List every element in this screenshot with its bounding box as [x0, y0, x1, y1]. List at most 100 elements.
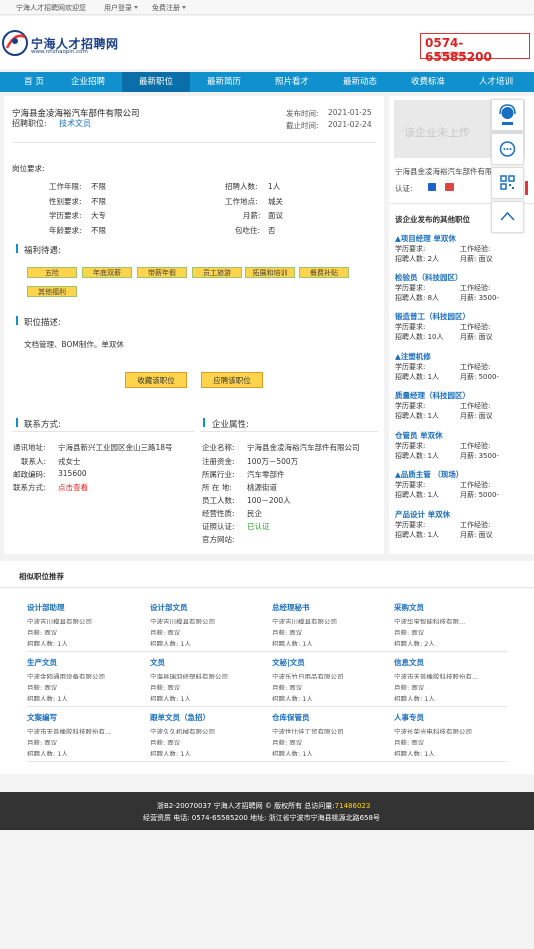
qrcode-button[interactable]: [491, 167, 524, 199]
divider: [12, 431, 194, 432]
related-salary: 月薪: 面议: [150, 684, 181, 690]
other-job-link[interactable]: ▲品质主管 （现场）: [395, 470, 463, 479]
company-nature: 民企: [247, 509, 262, 518]
contact-label: 通讯地址:: [13, 443, 46, 452]
user-login-menu[interactable]: 用户登录: [104, 3, 138, 13]
company-capital: 100万－500万: [247, 457, 299, 466]
company-attr-title: 企业属性:: [212, 420, 249, 430]
related-job-card: 跟单文员（急招） 宁波久久机械有限公司 月薪: 面议 招聘人数: 1人: [150, 712, 260, 756]
nav-latest-resumes[interactable]: 最新简历: [190, 72, 258, 92]
job-count: 招聘人数: 1人: [395, 412, 440, 420]
visit-count: 71486023: [334, 802, 371, 810]
nav-latest-news[interactable]: 最新动态: [326, 72, 394, 92]
company-label: 企业名称:: [202, 443, 235, 452]
job-exp: 工作经验:: [460, 363, 491, 371]
chat-button[interactable]: [491, 133, 524, 165]
job-salary: 月薪: 面议: [460, 333, 493, 341]
related-job-link[interactable]: 跟单文员（急招）: [150, 713, 210, 722]
related-job-link[interactable]: 设计部助理: [27, 603, 65, 612]
related-salary: 月薪: 面议: [150, 739, 181, 745]
related-salary: 月薪: 面议: [272, 629, 303, 635]
related-count: 招聘人数: 1人: [150, 695, 191, 701]
job-edu: 学历要求:: [395, 284, 426, 292]
related-job-link[interactable]: 生产文员: [27, 658, 57, 667]
nav-latest-jobs[interactable]: 最新职位: [122, 72, 190, 92]
chevron-down-icon: [134, 6, 138, 9]
welfare-tag: 拓展和培训: [245, 267, 295, 278]
nav-pricing[interactable]: 收费标准: [394, 72, 462, 92]
back-to-top-button[interactable]: [491, 201, 524, 233]
company-certified: 已认证: [247, 522, 270, 531]
job-salary: 月薪: 5000-: [460, 373, 499, 381]
qrcode-icon: [500, 175, 515, 190]
other-job-link[interactable]: ▲注塑机修: [395, 352, 431, 361]
apply-job-button[interactable]: 应聘该职位: [201, 372, 263, 388]
other-job-link[interactable]: 检验员（科技园区）: [395, 273, 463, 282]
related-salary: 月薪: 面议: [394, 629, 425, 635]
job-exp: 工作经验:: [460, 442, 491, 450]
other-job-link[interactable]: 锻造普工（科技园区）: [395, 312, 470, 321]
job-edu: 学历要求:: [395, 323, 426, 331]
contact-address: 宁海县新兴工业园区金山三路18号: [58, 443, 173, 452]
req-value: 不限: [91, 182, 106, 191]
job-edu: 学历要求:: [395, 363, 426, 371]
req-label: 工作地点:: [225, 197, 258, 206]
company-label: 经营性质:: [202, 509, 235, 518]
related-job-link[interactable]: 文案编写: [27, 713, 57, 722]
position-link[interactable]: 技术文员: [59, 118, 91, 129]
related-count: 招聘人数: 1人: [272, 750, 313, 756]
view-contact-link[interactable]: 点击查看: [58, 482, 88, 493]
nav-enterprise-recruit[interactable]: 企业招聘: [54, 72, 122, 92]
cert-label: 认证:: [395, 184, 413, 193]
free-register-menu[interactable]: 免费注册: [152, 3, 186, 13]
collect-job-button[interactable]: 收藏该职位: [125, 372, 187, 388]
deadline-label: 截止时间:: [286, 121, 319, 130]
nav-training[interactable]: 人才培训: [462, 72, 530, 92]
req-value: 不限: [91, 197, 106, 206]
other-job-item: ▲项目经理 单双休 学历要求: 工作经验: 招聘人数: 2人 月薪: 面议: [395, 233, 530, 264]
site-footer: 浙B2-20070037 宁海人才招聘网 © 版权所有 总访问量:7148602…: [0, 792, 534, 830]
nav-photo-talent[interactable]: 照片看才: [258, 72, 326, 92]
related-job-link[interactable]: 设计部文员: [150, 603, 188, 612]
description-text: 文档管理、BOM制作。单双休: [24, 340, 124, 349]
other-job-item: ▲注塑机修 学历要求: 工作经验: 招聘人数: 1人 月薪: 5000-: [395, 351, 530, 382]
related-count: 招聘人数: 1人: [27, 640, 68, 646]
other-job-link[interactable]: 仓管员 单双休: [395, 431, 443, 440]
related-job-link[interactable]: 总经理秘书: [272, 603, 310, 612]
other-job-link[interactable]: 质量经理（科技园区）: [395, 391, 470, 400]
related-job-link[interactable]: 文员: [150, 658, 165, 667]
req-value: 不限: [91, 226, 106, 235]
related-job-card: 文秘|文员 宁波乐竹日用品有限公司 月薪: 面议 招聘人数: 1人: [272, 657, 382, 701]
divider: [200, 431, 378, 432]
license-icon: [428, 183, 436, 191]
related-count: 招聘人数: 1人: [27, 750, 68, 756]
other-job-link[interactable]: 产品设计 单双休: [395, 510, 450, 519]
req-value: 面议: [268, 211, 283, 220]
job-exp: 工作经验:: [460, 323, 491, 331]
contact-label: 联系人:: [21, 457, 47, 466]
customer-service-button[interactable]: [491, 99, 524, 131]
company-label: 所属行业:: [202, 470, 235, 479]
welfare-title: 福利待遇:: [24, 246, 61, 256]
job-salary: 月薪: 面议: [460, 531, 493, 539]
contact-person: 戎女士: [58, 457, 81, 466]
user-login-label: 用户登录: [104, 4, 132, 12]
other-job-item: 锻造普工（科技园区） 学历要求: 工作经验: 招聘人数: 10人 月薪: 面议: [395, 311, 530, 342]
job-edu: 学历要求:: [395, 481, 426, 489]
company-staff: 100－200人: [247, 496, 291, 505]
related-job-link[interactable]: 采购文员: [394, 603, 424, 612]
related-count: 招聘人数: 1人: [394, 695, 435, 701]
deadline-date: 2021-02-24: [328, 120, 372, 129]
logo-icon: [2, 30, 28, 56]
related-job-link[interactable]: 人事专员: [394, 713, 424, 722]
welfare-tag: 带薪年假: [137, 267, 187, 278]
related-job-link[interactable]: 信息文员: [394, 658, 424, 667]
related-job-card: 仓库保管员 宁波世比佳工贸有限公司 月薪: 面议 招聘人数: 1人: [272, 712, 382, 756]
related-job-link[interactable]: 文秘|文员: [272, 658, 305, 667]
contact-label: 联系方式:: [13, 483, 46, 492]
related-job-link[interactable]: 仓库保管员: [272, 713, 310, 722]
description-title: 职位描述:: [24, 318, 61, 328]
other-job-link[interactable]: ▲项目经理 单双休: [395, 234, 456, 243]
chevron-down-icon: [182, 6, 186, 9]
company-name-value: 宁海县金凌海裕汽车部件有限公司: [247, 443, 360, 452]
